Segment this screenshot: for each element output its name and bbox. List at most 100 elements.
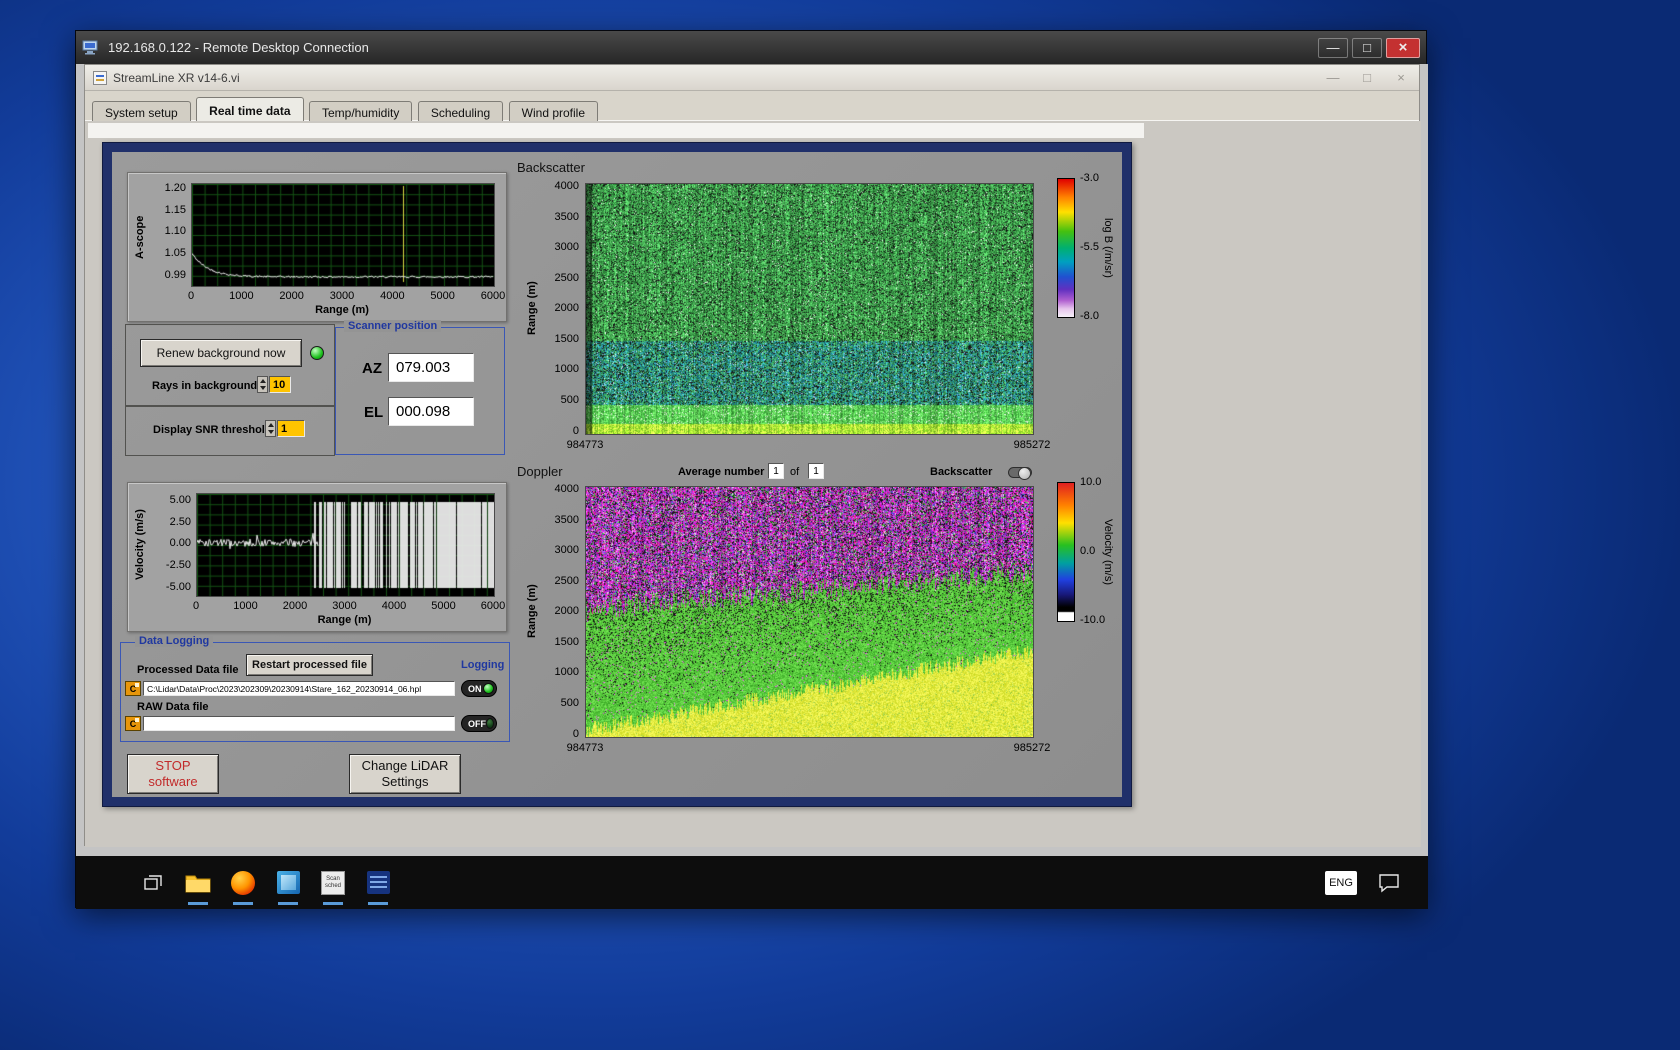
tick-label: 0.99 xyxy=(164,268,186,281)
average-count-field[interactable]: 1 xyxy=(808,463,824,479)
backscatter-cb-tick-mid: -5.5 xyxy=(1080,241,1099,253)
scan-scheduler-icon[interactable]: Scan sched xyxy=(320,867,346,905)
snr-value-field[interactable]: 1 xyxy=(277,420,305,437)
backscatter-cb-tick-max: -3.0 xyxy=(1080,172,1099,184)
backscatter-ytick-labels: 4000 3500 3000 2500 2000 1500 1000 500 0 xyxy=(537,180,581,437)
tick-label: 2.50 xyxy=(169,515,191,528)
tick-label: 0 xyxy=(572,727,579,740)
maximize-button[interactable]: □ xyxy=(1352,37,1382,58)
processed-path-field[interactable]: C:\Lidar\Data\Proc\2023\202309\20230914\… xyxy=(143,681,455,696)
doppler-title: Doppler xyxy=(517,464,563,479)
tab-real-time-data[interactable]: Real time data xyxy=(196,97,304,123)
tick-label: 4000 xyxy=(380,290,405,302)
processed-logging-state: ON xyxy=(468,683,482,694)
tick-label: 1000 xyxy=(233,600,258,612)
tick-label: 3500 xyxy=(554,210,579,223)
tick-label: 2000 xyxy=(554,302,579,315)
ascope-plot-panel: A-scope 1.20 1.15 1.10 1.05 0.99 0 1000 2000 30… xyxy=(127,172,507,322)
restart-processed-file-button[interactable]: Restart processed file xyxy=(246,654,373,676)
language-indicator[interactable]: ENG xyxy=(1325,870,1357,895)
backscatter-toggle-label: Backscatter xyxy=(930,466,993,478)
of-label: of xyxy=(790,466,800,478)
snr-threshold-label: Display SNR threshold xyxy=(153,424,272,436)
el-value-field[interactable]: 000.098 xyxy=(388,397,474,426)
scan-icon-text-line1: Scan xyxy=(326,875,340,882)
tick-label: 2000 xyxy=(279,290,304,302)
tick-label: 6000 xyxy=(480,290,506,302)
lidar-app-icon[interactable] xyxy=(365,867,391,905)
app-close-button[interactable]: × xyxy=(1391,70,1411,85)
tick-label: 1000 xyxy=(554,666,579,679)
main-panel: A-scope 1.20 1.15 1.10 1.05 0.99 0 1000 2000 30… xyxy=(112,152,1122,797)
task-view-icon[interactable] xyxy=(140,867,166,899)
rays-in-background-label: Rays in background xyxy=(152,380,258,392)
scanner-position-title: Scanner position xyxy=(344,320,442,332)
logging-label: Logging xyxy=(461,659,505,671)
tick-label: 4000 xyxy=(381,600,407,612)
rdp-titlebar[interactable]: 192.168.0.122 - Remote Desktop Connectio… xyxy=(76,31,1426,64)
app-titlebar[interactable]: StreamLine XR v14-6.vi — □ × xyxy=(85,65,1419,91)
rays-spinner[interactable] xyxy=(257,376,268,393)
renew-background-button[interactable]: Renew background now xyxy=(140,339,302,367)
el-label: EL xyxy=(364,404,384,421)
doppler-cb-label: Velocity (m/s) xyxy=(1102,518,1114,585)
processed-path-drive-icon[interactable]: C xyxy=(125,681,141,696)
backscatter-x-start: 984773 xyxy=(566,439,604,451)
firefox-icon[interactable] xyxy=(230,867,256,905)
remote-desktop-icon xyxy=(82,40,98,54)
tick-label: 1.15 xyxy=(164,203,186,216)
background-controls-box: Renew background now Rays in background … xyxy=(125,324,335,406)
average-number-field[interactable]: 1 xyxy=(768,463,784,479)
scan-icon-text-line2: sched xyxy=(324,882,341,889)
tick-label: 3000 xyxy=(554,241,579,254)
raw-path-field[interactable] xyxy=(143,716,455,731)
tick-label: 2000 xyxy=(282,600,308,612)
backscatter-cb-label: log B (/m/sr) xyxy=(1102,218,1114,278)
backscatter-doppler-toggle[interactable] xyxy=(1008,467,1032,480)
renew-background-led xyxy=(310,346,324,360)
tick-label: 5.00 xyxy=(169,494,191,507)
taskbar: Scan sched ENG xyxy=(76,856,1428,909)
photos-icon[interactable] xyxy=(275,867,301,905)
tick-label: 3000 xyxy=(332,600,357,612)
raw-path-drive-icon[interactable]: C xyxy=(125,716,141,731)
rays-value-field[interactable]: 10 xyxy=(269,376,291,393)
tick-label: 1500 xyxy=(554,635,579,648)
az-value-field[interactable]: 079.003 xyxy=(388,353,474,382)
app-window-buttons: — □ × xyxy=(1323,70,1411,85)
ascope-xtick-labels: 0 1000 2000 3000 4000 5000 6000 xyxy=(187,290,505,303)
tick-label: 500 xyxy=(560,393,579,406)
app-minimize-button[interactable]: — xyxy=(1323,70,1343,85)
ascope-xlabel: Range (m) xyxy=(315,304,369,316)
change-settings-line1: Change LiDAR xyxy=(361,758,449,773)
app-maximize-button[interactable]: □ xyxy=(1357,70,1377,85)
average-number-label: Average number xyxy=(678,466,765,478)
doppler-x-end: 985272 xyxy=(1013,742,1051,754)
file-explorer-icon[interactable] xyxy=(185,867,211,905)
tick-label: 0.00 xyxy=(169,537,191,550)
tick-label: 5000 xyxy=(431,600,456,612)
data-logging-box: Data Logging Processed Data file Restart… xyxy=(120,635,510,742)
stop-software-button[interactable]: STOP software xyxy=(127,754,219,794)
velocity-xlabel: Range (m) xyxy=(317,614,372,626)
ascope-ytick-labels: 1.20 1.15 1.10 1.05 0.99 xyxy=(148,182,188,285)
vi-app-icon xyxy=(93,70,107,85)
stop-software-line2: software xyxy=(148,774,198,789)
minimize-button[interactable]: — xyxy=(1318,37,1348,58)
doppler-cb-tick-min: -10.0 xyxy=(1080,614,1106,626)
processed-logging-toggle[interactable]: ON xyxy=(461,680,497,697)
backscatter-title: Backscatter xyxy=(517,160,585,175)
change-lidar-settings-button[interactable]: Change LiDAR Settings xyxy=(349,754,461,794)
tick-label: 0 xyxy=(187,290,195,302)
processed-logging-led xyxy=(483,683,494,694)
az-label: AZ xyxy=(362,360,382,377)
close-button[interactable]: × xyxy=(1386,37,1420,58)
raw-logging-state: OFF xyxy=(468,718,486,729)
doppler-ytick-labels: 4000 3500 3000 2500 2000 1500 1000 500 0 xyxy=(537,483,581,740)
raw-logging-led xyxy=(486,718,494,729)
tick-label: 3500 xyxy=(554,513,579,526)
snr-spinner[interactable] xyxy=(265,420,276,437)
velocity-ytick-labels: 5.00 2.50 0.00 -2.50 -5.00 xyxy=(150,493,193,595)
notification-chat-icon[interactable] xyxy=(1376,867,1402,899)
raw-logging-toggle[interactable]: OFF xyxy=(461,715,497,732)
